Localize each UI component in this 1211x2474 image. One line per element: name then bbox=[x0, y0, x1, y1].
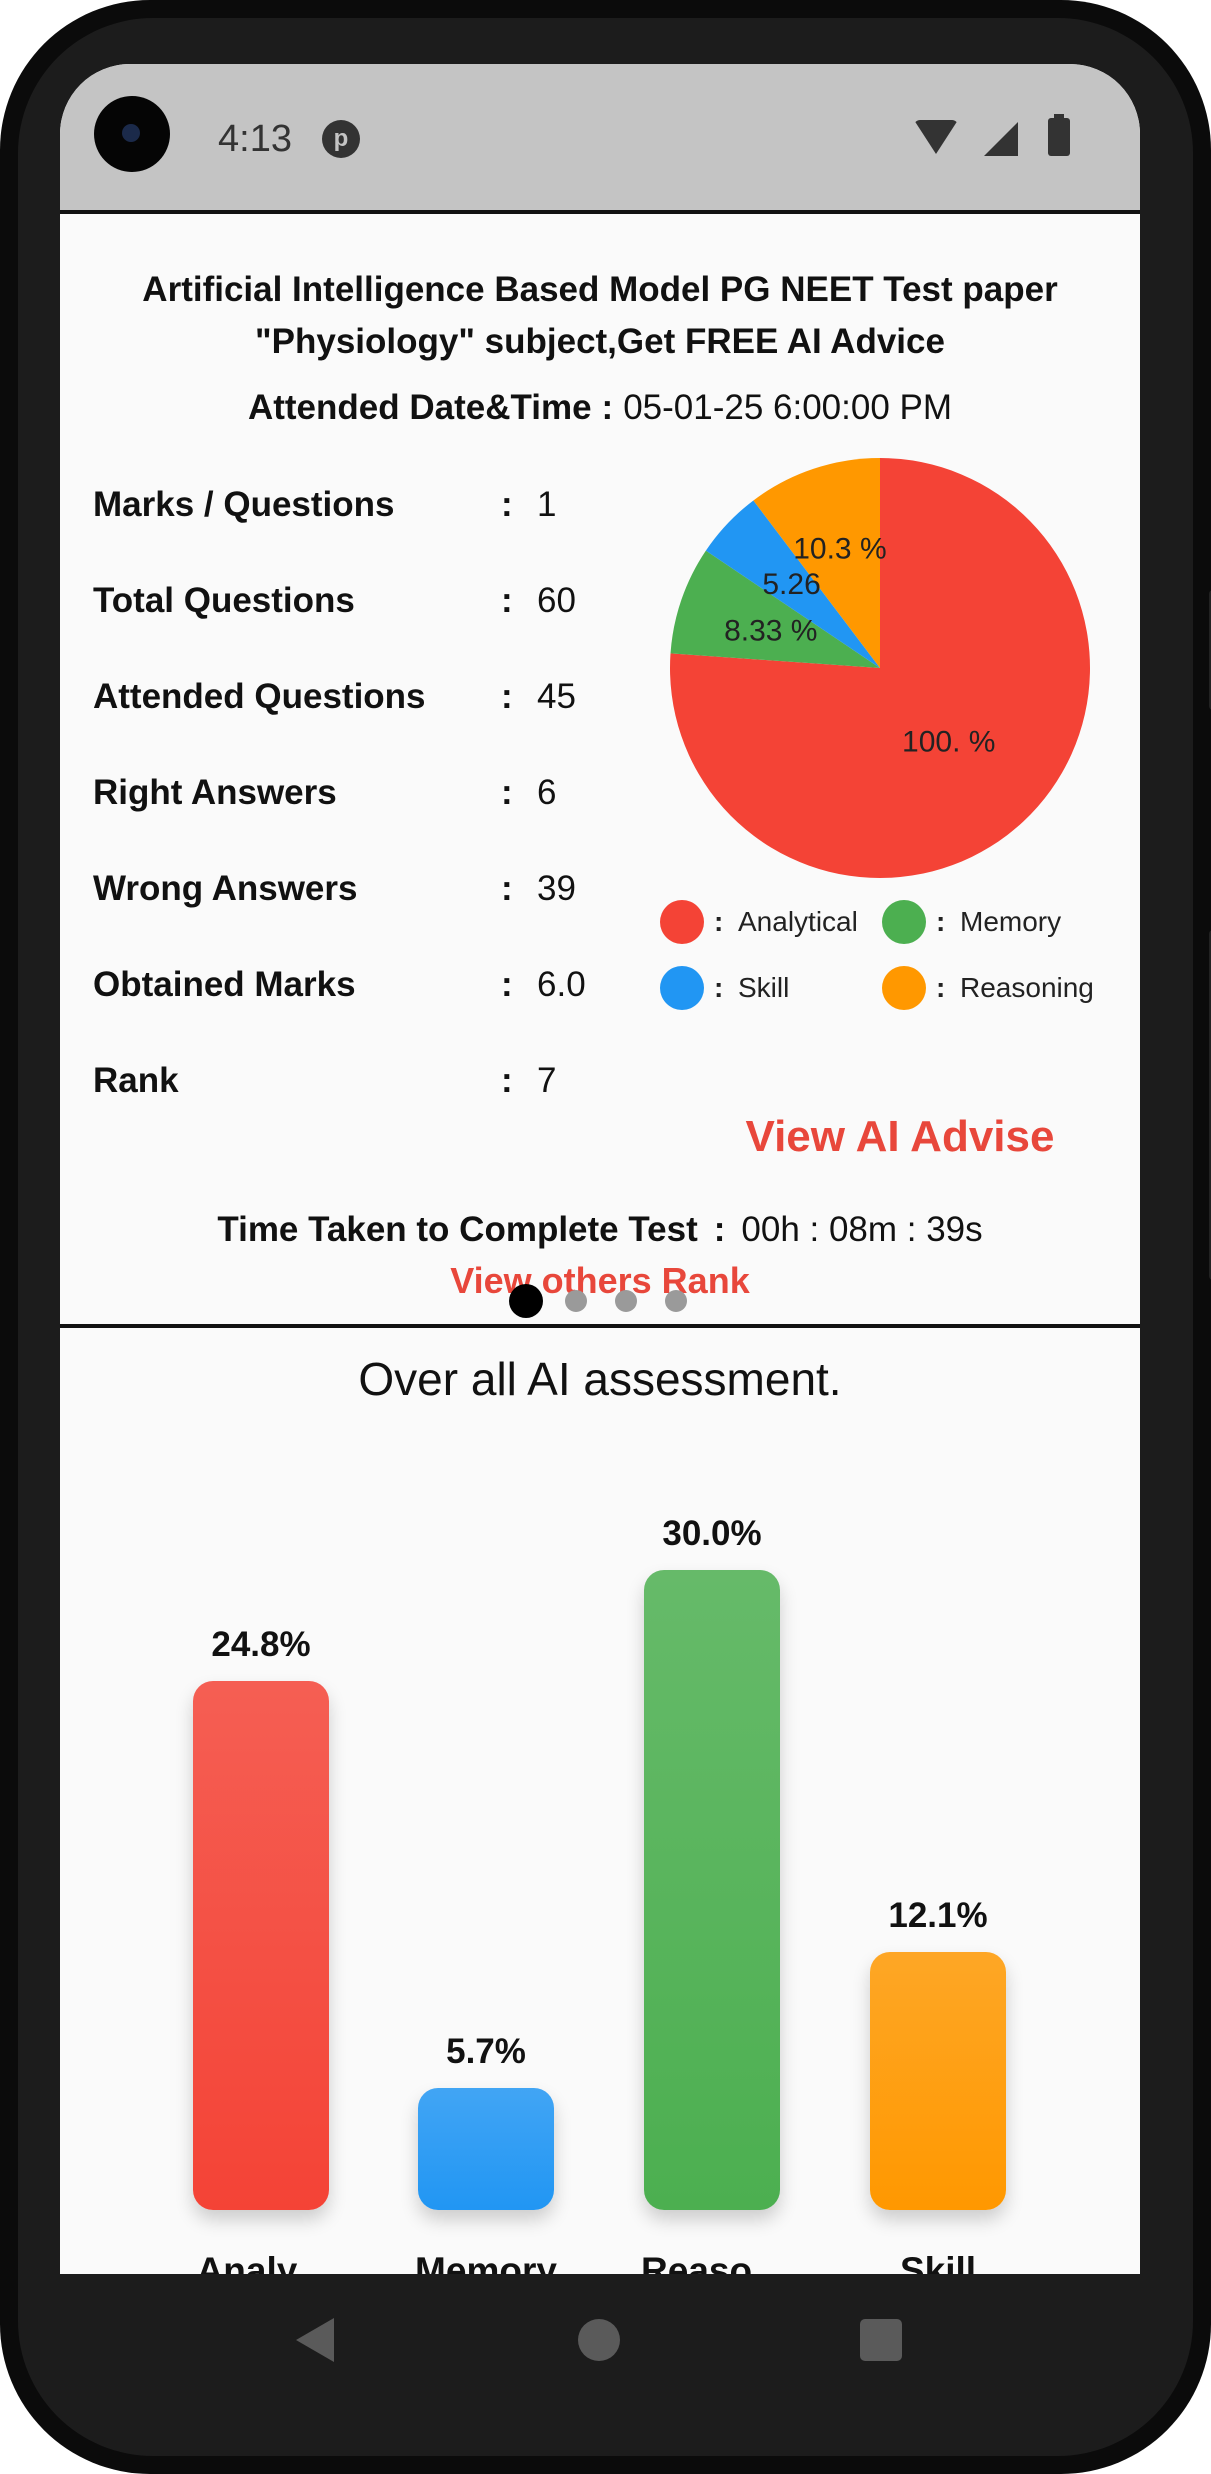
bar-category-label: Reaso... bbox=[641, 2250, 783, 2274]
time-taken: Time Taken to Complete Test:00h : 08m : … bbox=[60, 1208, 1140, 1252]
stat-row: Marks / Questions:1 bbox=[93, 480, 693, 530]
legend-label: Memory bbox=[960, 906, 1062, 937]
attended-label: Attended Date&Time bbox=[247, 388, 592, 427]
bar-0 bbox=[193, 1680, 329, 2210]
legend-separator: : bbox=[936, 972, 946, 1003]
stat-label: Attended Questions bbox=[93, 677, 426, 716]
page-dot[interactable] bbox=[565, 1290, 587, 1312]
app-notification-icon: p bbox=[322, 120, 360, 158]
front-camera bbox=[94, 96, 170, 172]
stat-value: 7 bbox=[537, 1061, 557, 1100]
stat-value: 60 bbox=[537, 581, 576, 620]
stat-separator: : bbox=[501, 1061, 513, 1100]
stat-label: Obtained Marks bbox=[93, 965, 356, 1004]
stat-label: Right Answers bbox=[93, 773, 337, 812]
bar-1 bbox=[418, 2088, 554, 2210]
attended-datetime: Attended Date&Time:05-01-25 6:00:00 PM bbox=[60, 386, 1140, 430]
wifi-icon bbox=[914, 120, 958, 154]
legend-label: Analytical bbox=[738, 906, 858, 937]
status-time: 4:13 bbox=[218, 118, 292, 160]
page-dot[interactable] bbox=[509, 1284, 543, 1318]
top-divider bbox=[60, 210, 1140, 214]
legend-color-dot bbox=[660, 900, 704, 944]
attended-value: 05-01-25 6:00:00 PM bbox=[623, 388, 953, 427]
assessment-title: Over all AI assessment. bbox=[358, 1353, 842, 1405]
test-title: Artificial Intelligence Based Model PG N… bbox=[60, 264, 1140, 368]
bar-value-label: 24.8% bbox=[211, 1624, 311, 1664]
time-taken-label: Time Taken to Complete Test bbox=[217, 1210, 698, 1249]
bar-2 bbox=[644, 1570, 780, 2210]
stat-separator: : bbox=[501, 869, 513, 908]
pie-label-reasoning: 10.3 % bbox=[793, 533, 886, 566]
score-pie-chart: 100. % 8.33 % 5.2610.3 % bbox=[670, 458, 1090, 878]
bar-3 bbox=[870, 1951, 1006, 2210]
time-taken-separator: : bbox=[713, 1210, 726, 1249]
stat-row: Wrong Answers:39 bbox=[93, 864, 693, 914]
legend-color-dot bbox=[660, 966, 704, 1010]
view-others-rank-link[interactable]: View others Rank bbox=[60, 1260, 1140, 1302]
stat-value: 45 bbox=[537, 677, 576, 716]
test-title-line1: Artificial Intelligence Based Model PG N… bbox=[142, 270, 1058, 309]
back-icon[interactable] bbox=[296, 2318, 334, 2362]
page-dot[interactable] bbox=[615, 1290, 637, 1312]
section-divider bbox=[60, 1324, 1140, 1328]
screen: 4:13 p Artificial Intelligence Based Mod… bbox=[60, 64, 1140, 2274]
recent-apps-icon[interactable] bbox=[860, 2319, 902, 2361]
attended-separator: : bbox=[601, 388, 614, 427]
stat-row: Right Answers:6 bbox=[93, 768, 693, 818]
stat-separator: : bbox=[501, 965, 513, 1004]
stat-label: Wrong Answers bbox=[93, 869, 358, 908]
bar-category-label: Skill bbox=[899, 2250, 977, 2274]
bar-category-label: Memory bbox=[415, 2250, 557, 2274]
status-bar: 4:13 p bbox=[60, 64, 1140, 214]
battery-icon bbox=[1048, 114, 1070, 156]
stat-row: Attended Questions:45 bbox=[93, 672, 693, 722]
legend-color-dot bbox=[882, 900, 926, 944]
pie-label-skill: 5.26 bbox=[762, 568, 820, 601]
pie-label-analytical: 100. % bbox=[902, 726, 995, 759]
time-taken-value: 00h : 08m : 39s bbox=[741, 1210, 983, 1249]
page-dot[interactable] bbox=[665, 1290, 687, 1312]
assessment-bar-chart: 24.8% Analy... 5.7% Memory 30.0% Reaso... 12.1… bbox=[60, 1444, 1140, 2274]
legend-color-dot bbox=[882, 966, 926, 1010]
legend-label: Reasoning bbox=[960, 972, 1094, 1003]
pie-label-memory: 8.33 % bbox=[724, 614, 817, 647]
nav-bar bbox=[60, 2274, 1140, 2414]
stat-row: Obtained Marks:6.0 bbox=[93, 960, 693, 1010]
legend-label: Skill bbox=[738, 972, 790, 1003]
stat-value: 6.0 bbox=[537, 965, 586, 1004]
stat-separator: : bbox=[501, 773, 513, 812]
stat-label: Total Questions bbox=[93, 581, 355, 620]
view-ai-advise-button[interactable]: View AI Advise bbox=[660, 1112, 1140, 1162]
legend-separator: : bbox=[714, 906, 724, 937]
bar-category-label: Analy... bbox=[196, 2250, 326, 2274]
stat-label: Marks / Questions bbox=[93, 485, 395, 524]
stat-label: Rank bbox=[93, 1061, 179, 1100]
bar-value-label: 5.7% bbox=[446, 2032, 526, 2072]
stat-separator: : bbox=[501, 485, 513, 524]
signal-icon bbox=[984, 122, 1018, 156]
legend-separator: : bbox=[714, 972, 724, 1003]
bar-value-label: 30.0% bbox=[662, 1514, 762, 1553]
stat-value: 1 bbox=[537, 485, 557, 524]
test-title-line2: "Physiology" subject,Get FREE AI Advice bbox=[255, 322, 945, 361]
stat-row: Rank:7 bbox=[93, 1056, 693, 1106]
bar-value-label: 12.1% bbox=[888, 1895, 988, 1935]
stat-value: 6 bbox=[537, 773, 557, 812]
stat-row: Total Questions:60 bbox=[93, 576, 693, 626]
stat-separator: : bbox=[501, 677, 513, 716]
legend-separator: : bbox=[936, 906, 946, 937]
stat-value: 39 bbox=[537, 869, 576, 908]
home-icon[interactable] bbox=[578, 2319, 620, 2361]
stat-separator: : bbox=[501, 581, 513, 620]
